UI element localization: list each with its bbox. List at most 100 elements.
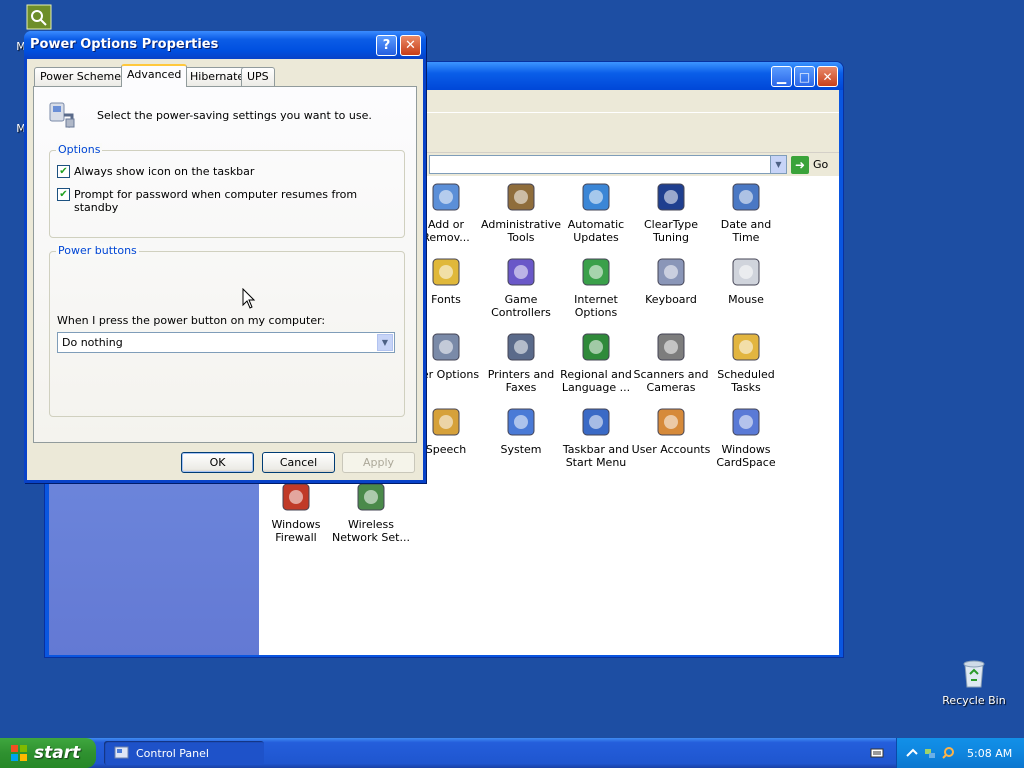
desktop-shortcut-icon[interactable] — [26, 4, 52, 30]
power-buttons-group-label: Power buttons — [56, 244, 139, 257]
prompt-password-label[interactable]: Prompt for password when computer resume… — [74, 188, 404, 214]
advanced-tab-panel: Select the power-saving settings you wan… — [33, 86, 417, 443]
internet-options-icon — [582, 258, 610, 286]
automatic-updates-icon — [582, 183, 610, 211]
tab-power-schemes[interactable]: Power Schemes — [34, 67, 133, 86]
scheduled-tasks-icon — [732, 333, 760, 361]
power-button-action-value: Do nothing — [62, 336, 123, 349]
cp-item-scheduled-tasks[interactable]: Scheduled Tasks — [706, 330, 786, 394]
chevron-down-icon[interactable]: ▼ — [377, 334, 393, 351]
maximize-button[interactable]: □ — [794, 66, 815, 87]
cp-item-keyboard[interactable]: Keyboard — [631, 255, 711, 306]
recycle-bin-icon[interactable] — [957, 656, 991, 690]
help-button[interactable]: ? — [376, 35, 397, 56]
taskbar-and-start-menu-icon — [582, 408, 610, 436]
cp-item-cleartype-tuning[interactable]: ClearType Tuning — [631, 180, 711, 244]
fonts-icon — [432, 258, 460, 286]
system-icon — [507, 408, 535, 436]
cp-item-taskbar-and-start-menu[interactable]: Taskbar and Start Menu — [556, 405, 636, 469]
close-icon: ✕ — [405, 38, 416, 53]
cp-item-scanners-and-cameras[interactable]: Scanners and Cameras — [631, 330, 711, 394]
game-controllers-icon — [507, 258, 535, 286]
cp-item-automatic-updates[interactable]: Automatic Updates — [556, 180, 636, 244]
cp-item-label: Mouse — [728, 293, 764, 306]
cp-item-system[interactable]: System — [481, 405, 561, 456]
cancel-button[interactable]: Cancel — [262, 452, 335, 473]
date-and-time-icon — [732, 183, 760, 211]
mouse-cursor-icon — [242, 288, 256, 309]
intro-text: Select the power-saving settings you wan… — [97, 109, 372, 122]
clock: 5:08 AM — [967, 746, 1013, 760]
apply-button[interactable]: Apply — [342, 452, 415, 473]
speech-icon — [432, 408, 460, 436]
options-group-label: Options — [56, 143, 103, 156]
cp-item-label: Internet Options — [574, 293, 618, 319]
tab-ups[interactable]: UPS — [241, 67, 275, 86]
cp-item-mouse[interactable]: Mouse — [706, 255, 786, 306]
cp-item-regional-and-language[interactable]: Regional and Language ... — [556, 330, 636, 394]
address-input[interactable]: ▼ — [429, 155, 787, 174]
cp-item-user-accounts[interactable]: User Accounts — [631, 405, 711, 456]
cp-item-label: System — [500, 443, 542, 456]
dialog-title: Power Options Properties — [30, 37, 219, 52]
cp-item-label: Date and Time — [720, 218, 772, 244]
power-buttons-group: Power buttons When I press the power but… — [49, 244, 405, 417]
dialog-titlebar[interactable]: Power Options Properties ? ✕ — [24, 31, 426, 59]
taskbar: start Control Panel 5:08 AM — [0, 738, 1024, 768]
wireless-network-setup-icon — [357, 483, 385, 511]
cp-item-wireless-network-setup[interactable]: Wireless Network Set... — [331, 480, 411, 544]
search-icon[interactable] — [941, 746, 955, 760]
cp-item-windows-cardspace[interactable]: Windows CardSpace — [706, 405, 786, 469]
taskbar-item-control-panel[interactable]: Control Panel — [104, 741, 264, 765]
cp-item-label: Taskbar and Start Menu — [562, 443, 630, 469]
tab-advanced[interactable]: Advanced — [121, 64, 188, 87]
cp-item-label: ClearType Tuning — [643, 218, 699, 244]
power-plug-icon — [49, 102, 75, 129]
power-options-dialog: Power Options Properties ? ✕ Power Schem… — [24, 31, 426, 483]
power-button-prompt: When I press the power button on my comp… — [57, 314, 326, 327]
cleartype-tuning-icon — [657, 183, 685, 211]
cp-item-game-controllers[interactable]: Game Controllers — [481, 255, 561, 319]
cp-item-label: Printers and Faxes — [487, 368, 555, 394]
cp-item-label: Wireless Network Set... — [332, 518, 410, 544]
power-button-action-select[interactable]: Do nothing ▼ — [57, 332, 395, 353]
cp-item-date-and-time[interactable]: Date and Time — [706, 180, 786, 244]
cp-item-label: Windows CardSpace — [716, 443, 776, 469]
scanners-and-cameras-icon — [657, 333, 685, 361]
network-icon[interactable] — [923, 746, 937, 760]
cp-item-label: Windows Firewall — [271, 518, 321, 544]
administrative-tools-icon — [507, 183, 535, 211]
cp-item-label: Administrative Tools — [481, 218, 562, 244]
dialog-close-button[interactable]: ✕ — [400, 35, 421, 56]
cp-item-label: Keyboard — [645, 293, 697, 306]
system-tray: 5:08 AM — [896, 738, 1024, 768]
prompt-password-checkbox[interactable]: ✔ — [57, 188, 70, 201]
always-show-icon-checkbox[interactable]: ✔ — [57, 165, 70, 178]
start-label: start — [34, 743, 81, 763]
windows-firewall-icon — [282, 483, 310, 511]
windows-cardspace-icon — [732, 408, 760, 436]
chevron-down-icon[interactable]: ▼ — [770, 156, 786, 173]
cp-item-administrative-tools[interactable]: Administrative Tools — [481, 180, 561, 244]
go-label: Go — [813, 158, 829, 171]
always-show-icon-label[interactable]: Always show icon on the taskbar — [74, 165, 254, 178]
cp-item-windows-firewall[interactable]: Windows Firewall — [256, 480, 336, 544]
taskbar-item-label: Control Panel — [136, 746, 209, 760]
minimize-button[interactable]: ▁ — [771, 66, 792, 87]
add-remove-icon — [432, 183, 460, 211]
cp-item-label: Automatic Updates — [567, 218, 625, 244]
go-button[interactable]: ➜ Go — [791, 155, 828, 174]
power-options-icon — [432, 333, 460, 361]
printers-and-faxes-icon — [507, 333, 535, 361]
power-plug-icon[interactable] — [905, 746, 919, 760]
recycle-bin-label: Recycle Bin — [942, 694, 1006, 707]
start-button[interactable]: start — [0, 738, 96, 768]
cp-item-internet-options[interactable]: Internet Options — [556, 255, 636, 319]
cp-item-label: Regional and Language ... — [560, 368, 632, 394]
cp-item-printers-and-faxes[interactable]: Printers and Faxes — [481, 330, 561, 394]
close-button[interactable]: ✕ — [817, 66, 838, 87]
ok-button[interactable]: OK — [181, 452, 254, 473]
cp-item-label: Scanners and Cameras — [633, 368, 709, 394]
keyboard-icon[interactable] — [870, 746, 884, 760]
cp-item-label: User Accounts — [631, 443, 711, 456]
